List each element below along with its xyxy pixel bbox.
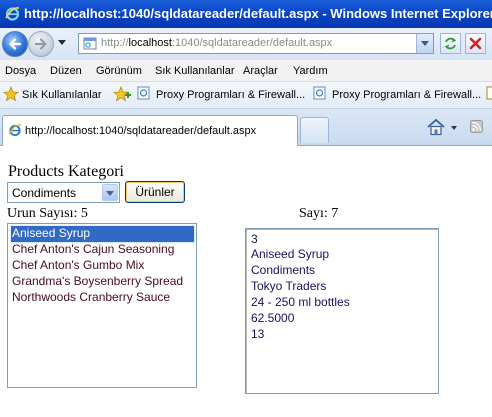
stop-button[interactable] xyxy=(465,33,486,54)
tab-active[interactable]: http://localhost:1040/sqldatareader/defa… xyxy=(2,115,298,146)
favorite-link-proxy-1[interactable]: Proxy Programları & Firewall... xyxy=(156,89,305,101)
forward-arrow-icon xyxy=(34,38,47,50)
menu-file[interactable]: Dosya xyxy=(5,65,36,77)
address-toolbar: http://localhost:1040/sqldatareader/defa… xyxy=(0,28,492,60)
product-listbox[interactable]: Aniseed Syrup Chef Anton's Cajun Seasoni… xyxy=(7,223,197,388)
favorites-bar: Sık Kullanılanlar Proxy Programları & Fi… xyxy=(0,82,492,109)
detail-units-in-stock: 13 xyxy=(251,327,265,341)
urunler-button[interactable]: Ürünler xyxy=(125,181,185,203)
list-item[interactable]: Aniseed Syrup xyxy=(10,225,195,243)
new-tab-button[interactable] xyxy=(300,117,329,143)
refresh-button[interactable] xyxy=(440,33,461,54)
list-item[interactable]: Chef Anton's Cajun Seasoning xyxy=(11,242,174,258)
detail-quantity-per-unit: 24 - 250 ml bottles xyxy=(251,295,350,309)
window-title: http://localhost:1040/sqldatareader/defa… xyxy=(24,6,492,21)
title-bar: http://localhost:1040/sqldatareader/defa… xyxy=(0,0,492,28)
favorites-button[interactable]: Sık Kullanılanlar xyxy=(22,89,102,101)
ie-logo-icon xyxy=(5,7,20,21)
detail-product-id: 3 xyxy=(251,232,258,246)
address-bar[interactable]: http://localhost:1040/sqldatareader/defa… xyxy=(78,33,434,54)
detail-product-name: Aniseed Syrup xyxy=(251,247,330,261)
menu-favorites[interactable]: Sık Kullanılanlar xyxy=(155,65,235,77)
product-count-label: Urun Sayısı: 5 xyxy=(7,206,88,221)
page-content: Products Kategori Condiments Ürünler Uru… xyxy=(0,147,492,417)
category-select[interactable]: Condiments xyxy=(7,182,120,203)
sayi-label: Sayı: 7 xyxy=(299,206,339,221)
urunler-button-label: Ürünler xyxy=(135,185,175,199)
product-detail-box[interactable]: 3 Aniseed Syrup Condiments Tokyo Traders… xyxy=(245,228,439,394)
menu-edit[interactable]: Düzen xyxy=(50,65,82,77)
menu-view[interactable]: Görünüm xyxy=(96,65,142,77)
detail-supplier: Tokyo Traders xyxy=(251,279,327,293)
refresh-icon xyxy=(445,37,456,50)
tab-title: http://localhost:1040/sqldatareader/defa… xyxy=(25,125,257,137)
list-item[interactable]: Northwoods Cranberry Sauce xyxy=(11,290,170,306)
address-url: http://localhost:1040/sqldatareader/defa… xyxy=(101,37,333,49)
home-icon[interactable] xyxy=(426,118,446,136)
page-icon xyxy=(137,86,150,100)
rss-icon[interactable] xyxy=(470,120,483,133)
page-icon xyxy=(313,86,326,100)
menu-tools[interactable]: Araçlar xyxy=(243,65,278,77)
menu-bar: Dosya Düzen Görünüm Sık Kullanılanlar Ar… xyxy=(0,60,492,82)
back-arrow-icon xyxy=(9,38,22,50)
add-favorites-icon[interactable] xyxy=(113,86,131,102)
ie-logo-icon xyxy=(8,124,22,137)
list-item[interactable]: Chef Anton's Gumbo Mix xyxy=(11,258,144,274)
page-icon xyxy=(486,86,492,100)
detail-category: Condiments xyxy=(251,263,316,277)
category-select-value: Condiments xyxy=(12,186,77,200)
chevron-down-icon[interactable] xyxy=(102,184,118,201)
detail-unit-price: 62.5000 xyxy=(251,311,295,325)
forward-button[interactable] xyxy=(28,31,54,57)
favorites-star-icon xyxy=(3,86,19,102)
tab-bar: http://localhost:1040/sqldatareader/defa… xyxy=(0,109,492,146)
list-item[interactable]: Grandma's Boysenberry Spread xyxy=(11,274,183,290)
recent-pages-dropdown[interactable] xyxy=(58,40,66,45)
address-dropdown-button[interactable] xyxy=(416,34,433,53)
stop-icon xyxy=(469,37,482,50)
favorite-link-proxy-2[interactable]: Proxy Programları & Firewall... xyxy=(332,89,481,101)
home-dropdown[interactable] xyxy=(451,126,457,130)
page-heading: Products Kategori xyxy=(8,163,124,180)
back-button[interactable] xyxy=(2,31,28,57)
page-icon xyxy=(83,37,97,50)
menu-help[interactable]: Yardım xyxy=(293,65,328,77)
